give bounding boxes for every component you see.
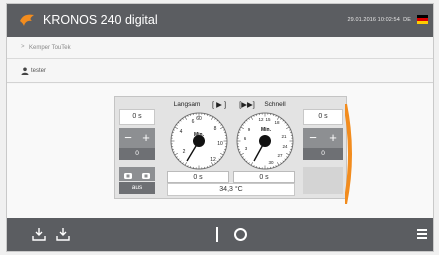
left-minus-button[interactable]: −: [119, 128, 137, 148]
fast-dial-tick: 21: [281, 134, 287, 139]
slow-dial-tick: 4: [180, 129, 183, 135]
slow-timer-dial: 60 2 4 6 8 10 12 Min.: [170, 112, 228, 170]
left-plus-button[interactable]: +: [137, 128, 155, 148]
flame-logo-icon: [20, 14, 34, 26]
user-row: tester: [7, 59, 433, 83]
left-count-value: 0: [119, 148, 155, 160]
slow-dial-tick: 8: [214, 126, 217, 132]
fast-timer-dial: 12 15 18 21 24 27 30 3 6 9 Min.: [236, 112, 294, 170]
menu-icon[interactable]: [417, 229, 427, 239]
fast-dial-hub: [259, 135, 271, 147]
slow-dial-tick: 12: [210, 157, 216, 163]
slow-dial-tick: 6: [192, 119, 195, 125]
slow-label: Langsam: [173, 101, 201, 108]
slow-dial-tick: 60: [196, 116, 202, 122]
slow-play-button[interactable]: [ ▶ ]: [207, 100, 231, 109]
tray-down-icon[interactable]: [31, 226, 47, 242]
slow-dial-hub: [193, 135, 205, 147]
start-button[interactable]: [234, 228, 247, 241]
datetime: 29.01.2016 10:02:54 DE: [347, 17, 411, 23]
mode-label: aus: [119, 182, 155, 194]
breadcrumb: > Kemper TouTek: [7, 37, 433, 59]
tray-down-icon[interactable]: [55, 226, 71, 242]
slow-dial-tick: 2: [183, 149, 186, 155]
fast-dial-tick: 15: [265, 117, 271, 122]
right-time-value: 0 s: [303, 109, 343, 125]
temperature-value: 34,3 °C: [167, 183, 295, 196]
left-time-value: 0 s: [119, 109, 155, 125]
toggle-icon: [124, 173, 150, 179]
main-content: 0 s − + 0 aus Langsam [ ▶ ] 60 2 4 6 8 1…: [7, 84, 433, 221]
app-window: KRONOS 240 digital 29.01.2016 10:02:54 D…: [6, 3, 434, 252]
right-empty-slot: [303, 167, 343, 194]
title-bar: KRONOS 240 digital 29.01.2016 10:02:54 D…: [7, 4, 433, 37]
bottom-bar: [7, 218, 433, 251]
fast-dial-unit: Min.: [261, 127, 272, 133]
orange-indicator-arc: [345, 104, 352, 204]
fast-time-value: 0 s: [233, 171, 295, 183]
device-panel: 0 s − + 0 aus Langsam [ ▶ ] 60 2 4 6 8 1…: [114, 96, 347, 199]
right-plus-button[interactable]: +: [323, 128, 343, 148]
fast-play-button[interactable]: [▶▶]: [236, 100, 258, 109]
right-minus-button[interactable]: −: [303, 128, 323, 148]
fast-dial-tick: 12: [258, 117, 264, 122]
slow-time-value: 0 s: [167, 171, 229, 183]
language-flag-icon[interactable]: [417, 15, 428, 24]
fast-dial-tick: 18: [274, 120, 280, 125]
breadcrumb-text[interactable]: Kemper TouTek: [29, 45, 71, 51]
user-icon: [21, 67, 29, 75]
app-title: KRONOS 240 digital: [43, 13, 158, 27]
user-name: tester: [31, 68, 47, 74]
fast-dial-tick: 27: [277, 153, 283, 158]
fast-dial-tick: 24: [282, 144, 288, 149]
slow-dial-tick: 10: [217, 141, 223, 147]
right-count-value: 0: [303, 148, 343, 160]
fast-label: Schnell: [264, 101, 286, 108]
language-code: DE: [403, 17, 411, 23]
mode-toggle-button[interactable]: [119, 167, 155, 181]
stop-button[interactable]: [216, 227, 218, 242]
arrow-right-icon: >: [21, 44, 25, 50]
fast-dial-tick: 30: [268, 160, 274, 165]
